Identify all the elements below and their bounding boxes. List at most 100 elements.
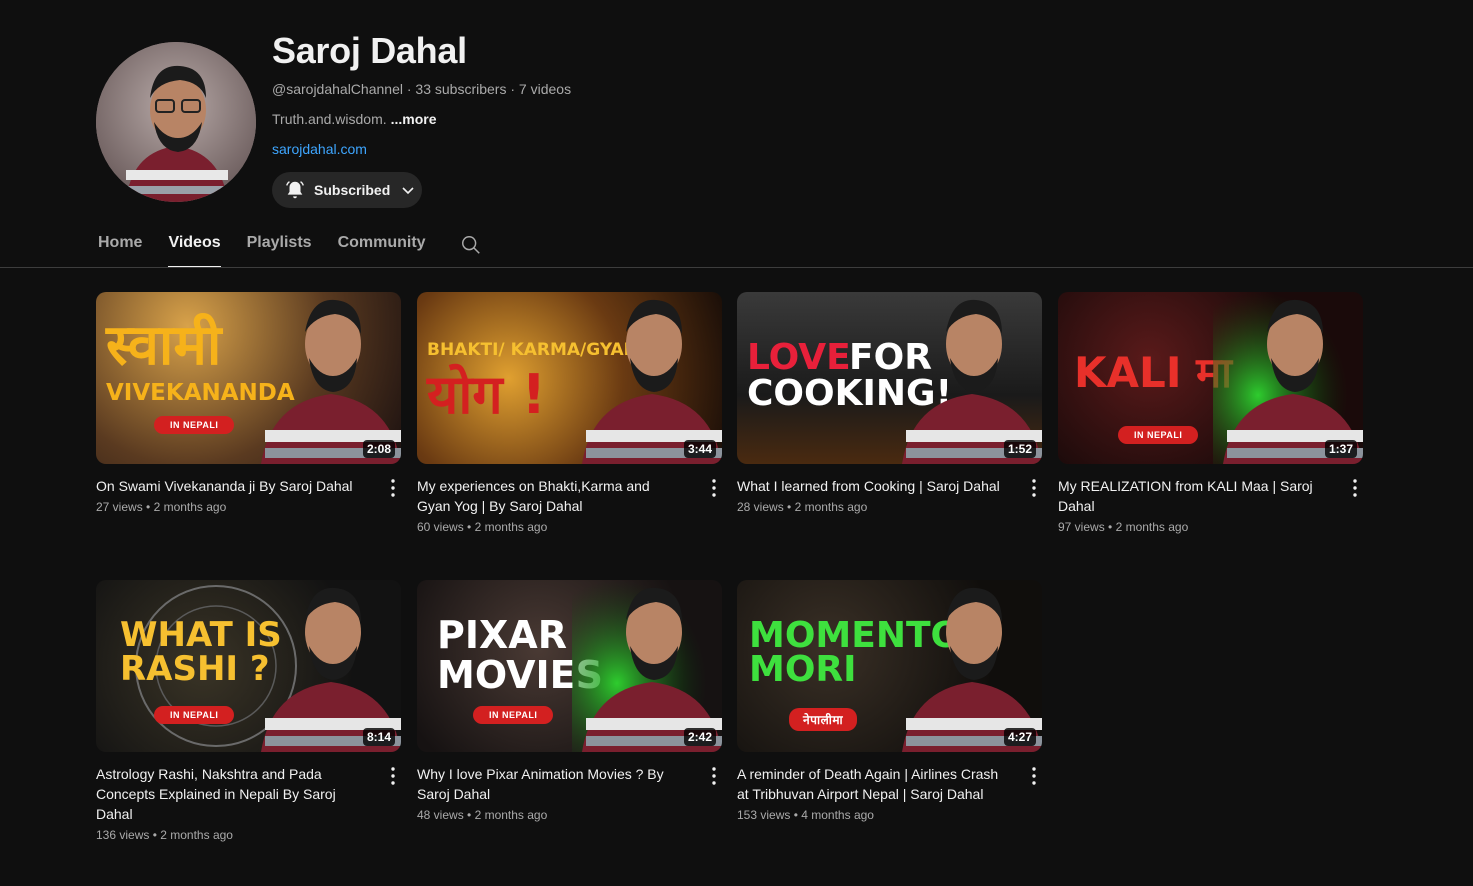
video-meta: 60 views • 2 months ago [417,520,548,534]
video-title-text: My REALIZATION from KALI Maa | Saroj Dah… [1058,478,1313,514]
channel-link[interactable]: sarojdahal.com [272,141,367,157]
video-meta: 153 views • 4 months ago [737,808,874,822]
thumbnail-art-text: स्वामी [106,313,222,378]
view-count: 136 views [96,828,150,842]
more-actions-icon[interactable] [1030,478,1038,498]
video-meta: 136 views • 2 months ago [96,828,233,842]
video-title[interactable]: On Swami Vivekananda ji By Saroj Dahal [96,476,401,496]
video-title[interactable]: My REALIZATION from KALI Maa | Saroj Dah… [1058,476,1363,516]
view-count: 97 views [1058,520,1105,534]
video-title[interactable]: Astrology Rashi, Nakshtra and Pada Conce… [96,764,401,824]
video-duration: 2:08 [362,440,395,458]
video-title[interactable]: My experiences on Bhakti,Karma and Gyan … [417,476,722,516]
tab-videos[interactable]: Videos [168,226,221,268]
video-thumbnail[interactable]: स्वामी VIVEKANANDA IN NEPALI 2:08 [96,292,401,464]
channel-description[interactable]: Truth.and.wisdom. ...more [272,111,437,127]
channel-tabs: Home Videos Playlists Community [98,226,482,268]
tab-playlists[interactable]: Playlists [247,226,312,268]
language-pill: नेपालीमा [789,708,858,731]
channel-name: Saroj Dahal [272,30,467,71]
video-duration: 2:42 [683,728,716,746]
upload-age: 2 months ago [474,520,548,534]
video-title[interactable]: What I learned from Cooking | Saroj Daha… [737,476,1042,496]
language-pill: IN NEPALI [473,706,554,724]
upload-age: 2 months ago [153,500,227,514]
channel-avatar[interactable] [96,42,256,202]
channel-meta: @sarojdahalChannel · 33 subscribers · 7 … [272,81,571,97]
subscriber-count: 33 subscribers [415,81,507,97]
video-title[interactable]: Why I love Pixar Animation Movies ? By S… [417,764,722,804]
video-thumbnail[interactable]: MOMENTO MORI नेपालीमा 4:27 [737,580,1042,752]
tab-community[interactable]: Community [338,226,426,268]
thumbnail-art-text: RASHI ? [120,649,270,689]
tab-home[interactable]: Home [98,226,142,268]
more-actions-icon[interactable] [389,766,397,786]
video-card[interactable]: KALI मा IN NEPALI 1:37 My REALIZATION fr… [1058,292,1363,534]
more-actions-icon[interactable] [710,478,718,498]
upload-age: 2 months ago [794,500,868,514]
presenter-image-icon [902,587,1042,752]
upload-age: 2 months ago [474,808,548,822]
video-title-text: What I learned from Cooking | Saroj Daha… [737,478,1000,494]
upload-age: 2 months ago [160,828,233,842]
search-icon[interactable] [460,234,482,256]
chevron-down-icon [402,187,414,195]
presenter-image-icon [1213,292,1363,464]
video-duration: 8:14 [362,728,395,746]
thumbnail-art-text: MORI [749,649,857,690]
language-pill: IN NEPALI [1118,426,1199,444]
video-card[interactable]: LOVE FOR COOKING! 1:52 What I learned fr… [737,292,1042,514]
upload-age: 4 months ago [801,808,874,822]
video-title-text: A reminder of Death Again | Airlines Cra… [737,766,999,802]
video-thumbnail[interactable]: KALI मा IN NEPALI 1:37 [1058,292,1363,464]
channel-handle: @sarojdahalChannel [272,81,403,97]
video-thumbnail[interactable]: WHAT IS RASHI ? IN NEPALI 8:14 [96,580,401,752]
more-actions-icon[interactable] [1030,766,1038,786]
more-actions-icon[interactable] [389,478,397,498]
presenter-image-icon [572,580,722,752]
view-count: 28 views [737,500,784,514]
video-thumbnail[interactable]: BHAKTI/ KARMA/GYAN योग ! 3:44 [417,292,722,464]
video-duration: 4:27 [1003,728,1036,746]
view-count: 48 views [417,808,464,822]
thumbnail-art-text: LOVE [747,337,851,378]
video-thumbnail[interactable]: LOVE FOR COOKING! 1:52 [737,292,1042,464]
video-card[interactable]: WHAT IS RASHI ? IN NEPALI 8:14 Astrology… [96,580,401,842]
video-count: 7 videos [518,81,572,97]
bell-ring-icon [286,181,304,199]
presenter-image-icon [261,299,401,464]
video-duration: 1:52 [1003,440,1036,458]
video-title-text: Astrology Rashi, Nakshtra and Pada Conce… [96,766,336,822]
video-meta: 28 views • 2 months ago [737,500,868,514]
video-thumbnail[interactable]: PIXAR MOVIES IN NEPALI 2:42 [417,580,722,752]
subscribed-label: Subscribed [314,182,391,198]
video-card[interactable]: BHAKTI/ KARMA/GYAN योग ! 3:44 My experie… [417,292,722,534]
presenter-image-icon [902,299,1042,464]
video-duration: 3:44 [683,440,716,458]
video-meta: 48 views • 2 months ago [417,808,548,822]
subscribed-button[interactable]: Subscribed [272,172,422,208]
video-duration: 1:37 [1324,440,1357,458]
video-title-text: Why I love Pixar Animation Movies ? By S… [417,766,664,802]
avatar-portrait-icon [96,42,256,202]
more-actions-icon[interactable] [1351,478,1359,498]
video-card[interactable]: MOMENTO MORI नेपालीमा 4:27 A reminder of… [737,580,1042,822]
view-count: 153 views [737,808,791,822]
presenter-image-icon [582,299,722,464]
view-count: 60 views [417,520,464,534]
view-count: 27 views [96,500,143,514]
video-title-text: My experiences on Bhakti,Karma and Gyan … [417,478,650,514]
presenter-image-icon [261,587,401,752]
video-meta: 27 views • 2 months ago [96,500,227,514]
thumbnail-art-text: योग ! [427,363,547,426]
description-text: Truth.and.wisdom. [272,111,387,127]
video-card[interactable]: PIXAR MOVIES IN NEPALI 2:42 Why I love P… [417,580,722,822]
more-link[interactable]: ...more [391,111,437,127]
video-title-text: On Swami Vivekananda ji By Saroj Dahal [96,478,353,494]
more-actions-icon[interactable] [710,766,718,786]
thumbnail-art-text: KALI मा [1074,348,1233,397]
language-pill: IN NEPALI [154,706,235,724]
video-card[interactable]: स्वामी VIVEKANANDA IN NEPALI 2:08 On Swa… [96,292,401,514]
video-title[interactable]: A reminder of Death Again | Airlines Cra… [737,764,1042,804]
meta-separator: · [510,81,519,97]
